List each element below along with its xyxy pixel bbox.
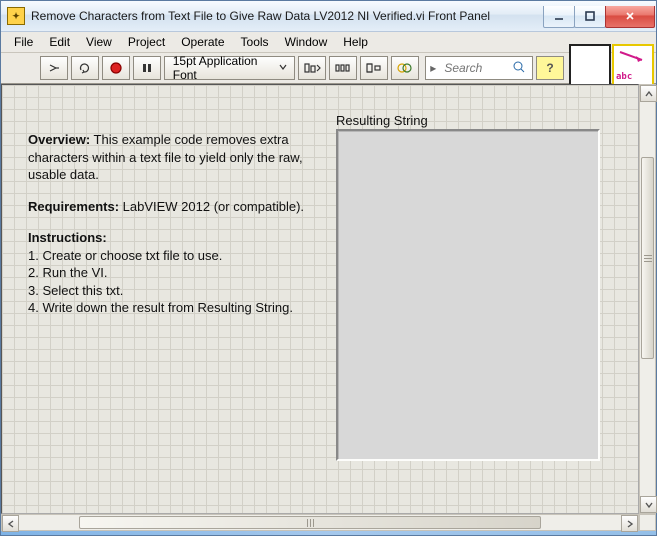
font-selector[interactable]: 15pt Application Font — [164, 56, 296, 80]
horizontal-scrollbar[interactable] — [1, 514, 639, 531]
app-window: ✦ Remove Characters from Text File to Gi… — [0, 0, 657, 536]
size-grip[interactable] — [639, 514, 656, 531]
align-objects-button[interactable] — [298, 56, 326, 80]
run-continuously-button[interactable] — [71, 56, 99, 80]
vi-icon-large[interactable] — [569, 44, 611, 86]
overview-label: Overview: — [28, 132, 90, 147]
requirements-text: LabVIEW 2012 (or compatible). — [119, 199, 304, 214]
horizontal-scroll-track[interactable] — [19, 515, 621, 530]
reorder-button[interactable] — [391, 56, 419, 80]
instruction-step-1: 1. Create or choose txt file to use. — [28, 248, 222, 263]
instruction-step-2: 2. Run the VI. — [28, 265, 108, 280]
run-button[interactable] — [40, 56, 68, 80]
front-panel-canvas[interactable]: Overview: This example code removes extr… — [1, 84, 639, 514]
scroll-down-button[interactable] — [640, 496, 657, 513]
menu-operate[interactable]: Operate — [174, 33, 231, 51]
font-label: 15pt Application Font — [173, 54, 271, 82]
client-area: Overview: This example code removes extr… — [1, 84, 656, 531]
help-icon: ? — [546, 61, 553, 75]
search-box[interactable]: ▸ — [425, 56, 533, 80]
vi-icon: ✦ — [7, 7, 25, 25]
vertical-scrollbar[interactable] — [639, 84, 656, 514]
connector-pane-icon[interactable]: abc — [612, 44, 654, 86]
close-button[interactable] — [605, 6, 655, 28]
scroll-right-button[interactable] — [621, 515, 638, 532]
context-help-button[interactable]: ? — [536, 56, 564, 80]
window-title: Remove Characters from Text File to Give… — [31, 9, 544, 23]
resize-objects-button[interactable] — [360, 56, 388, 80]
menu-edit[interactable]: Edit — [42, 33, 77, 51]
menu-view[interactable]: View — [79, 33, 119, 51]
distribute-objects-button[interactable] — [329, 56, 357, 80]
requirements-label: Requirements: — [28, 199, 119, 214]
minimize-button[interactable] — [543, 6, 575, 28]
scroll-up-button[interactable] — [640, 85, 657, 102]
instructions-label: Instructions: — [28, 230, 107, 245]
search-input[interactable] — [442, 60, 506, 76]
vertical-scroll-thumb[interactable] — [641, 157, 654, 359]
menu-help[interactable]: Help — [336, 33, 375, 51]
instruction-step-3: 3. Select this txt. — [28, 283, 123, 298]
menu-project[interactable]: Project — [121, 33, 172, 51]
instruction-step-4: 4. Write down the result from Resulting … — [28, 300, 293, 315]
menu-window[interactable]: Window — [278, 33, 335, 51]
toolbar: 15pt Application Font ▸ ? — [1, 53, 656, 84]
vertical-scroll-track[interactable] — [640, 102, 655, 496]
info-text-block: Overview: This example code removes extr… — [28, 131, 313, 317]
resulting-string-indicator — [336, 129, 600, 461]
horizontal-scroll-thumb[interactable] — [79, 516, 541, 529]
maximize-button[interactable] — [574, 6, 606, 28]
search-icon[interactable] — [512, 60, 526, 77]
abc-label: abc — [616, 72, 632, 82]
menu-tools[interactable]: Tools — [234, 33, 276, 51]
menu-file[interactable]: File — [7, 33, 40, 51]
search-caret-icon: ▸ — [430, 61, 436, 75]
abort-button[interactable] — [102, 56, 130, 80]
title-bar: ✦ Remove Characters from Text File to Gi… — [1, 1, 656, 32]
chevron-down-icon — [278, 61, 288, 75]
pause-button[interactable] — [133, 56, 161, 80]
desktop-edge — [1, 531, 656, 535]
scroll-left-button[interactable] — [2, 515, 19, 532]
resulting-string-label: Resulting String — [336, 113, 428, 128]
menu-bar: File Edit View Project Operate Tools Win… — [1, 32, 656, 53]
